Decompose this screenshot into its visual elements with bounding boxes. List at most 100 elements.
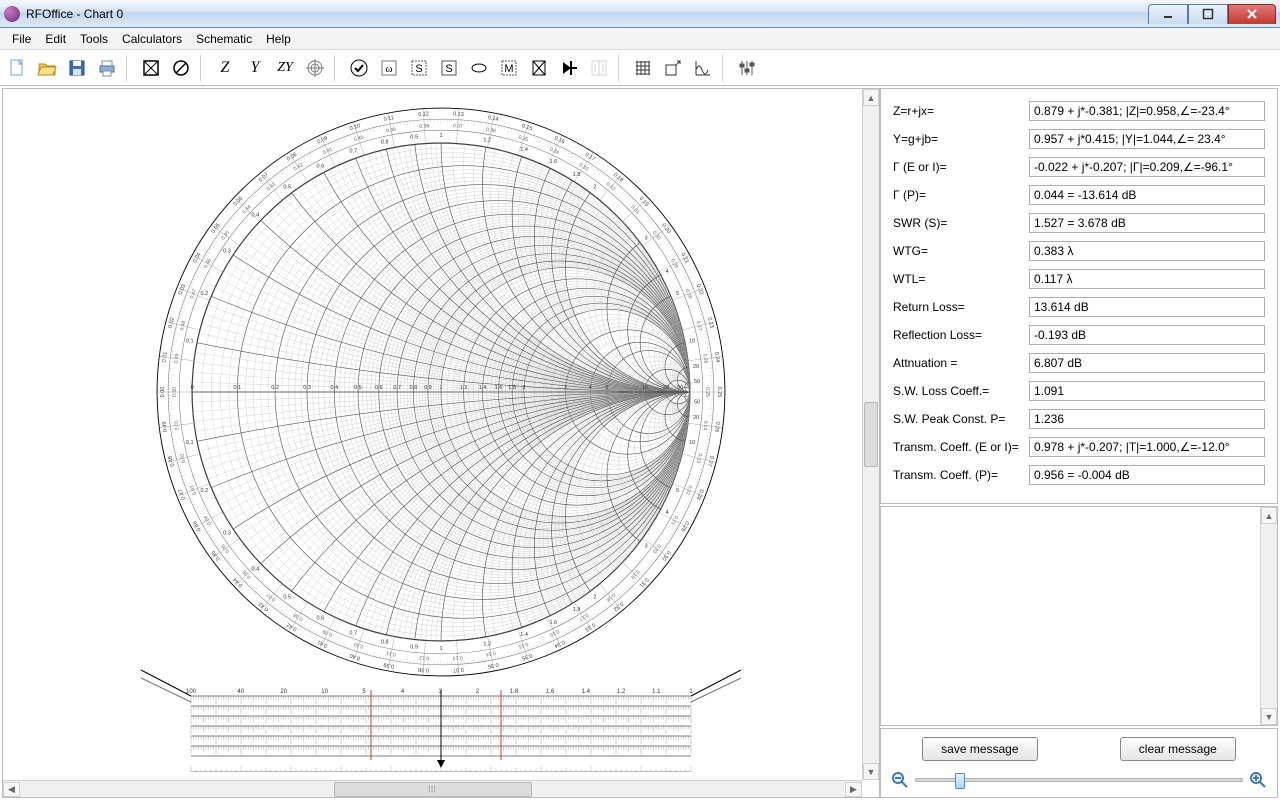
toolbar-zy-button[interactable]: ZY	[272, 55, 298, 81]
param-value-input[interactable]	[1029, 381, 1265, 401]
svg-text:0.23: 0.23	[706, 317, 714, 329]
toolbar-target-button[interactable]	[302, 55, 328, 81]
menu-schematic[interactable]: Schematic	[190, 30, 258, 48]
chart-hscrollbar[interactable]: ◀ ▶	[3, 780, 862, 797]
menu-tools[interactable]: Tools	[74, 30, 114, 48]
svg-text:3: 3	[645, 543, 648, 549]
svg-text:1.2: 1.2	[460, 385, 468, 391]
param-value-input[interactable]	[1029, 269, 1265, 289]
vscroll-thumb[interactable]	[864, 402, 878, 468]
scroll-left-icon[interactable]: ◀	[3, 782, 20, 797]
svg-text:1.4: 1.4	[520, 147, 528, 153]
message-vscrollbar[interactable]: ▲ ▼	[1260, 507, 1277, 725]
scroll-down-icon[interactable]: ▼	[863, 763, 879, 780]
hscroll-thumb[interactable]	[334, 782, 532, 797]
svg-text:1.4: 1.4	[520, 632, 528, 638]
zoom-in-icon[interactable]	[1249, 771, 1267, 789]
svg-text:0.6: 0.6	[317, 616, 325, 622]
svg-text:20: 20	[693, 415, 699, 421]
svg-text:0.8: 0.8	[410, 385, 418, 391]
svg-text:1.8: 1.8	[573, 607, 581, 613]
toolbar-check-button[interactable]	[346, 55, 372, 81]
scroll-down-icon[interactable]: ▼	[1261, 708, 1277, 725]
param-value-input[interactable]	[1029, 129, 1265, 149]
zoom-out-icon[interactable]	[891, 771, 909, 789]
toolbar-sliders-button[interactable]	[734, 55, 760, 81]
message-pane[interactable]: ▲ ▼	[880, 506, 1278, 726]
toolbar-z-button[interactable]: Z	[212, 55, 238, 81]
svg-text:0.27: 0.27	[706, 455, 714, 467]
svg-text:0.08: 0.08	[286, 152, 298, 163]
svg-text:5: 5	[676, 488, 679, 494]
window-maximize-button[interactable]	[1188, 4, 1228, 24]
toolbar-sparam1-button[interactable]: S	[406, 55, 432, 81]
toolbar-print-button[interactable]	[94, 55, 120, 81]
param-value-input[interactable]	[1029, 465, 1265, 485]
param-value-input[interactable]	[1029, 101, 1265, 121]
chart-pane[interactable]: 0.000.500.010.490.020.480.030.470.040.46…	[2, 88, 880, 798]
zoom-slider-row	[891, 771, 1267, 789]
toolbar-bowtie-button[interactable]	[526, 55, 552, 81]
toolbar-ellipse-button[interactable]	[466, 55, 492, 81]
toolbar-omega-button[interactable]: ω	[376, 55, 402, 81]
svg-text:5: 5	[676, 291, 679, 297]
menu-calculators[interactable]: Calculators	[116, 30, 188, 48]
param-value-input[interactable]	[1029, 157, 1265, 177]
svg-text:0.8: 0.8	[381, 640, 389, 646]
toolbar-insert-button[interactable]	[556, 55, 582, 81]
smith-chart[interactable]: 0.000.500.010.490.020.480.030.470.040.46…	[146, 97, 736, 690]
zoom-thumb[interactable]	[955, 773, 965, 789]
svg-text:1: 1	[439, 646, 442, 652]
svg-text:0.4: 0.4	[330, 385, 338, 391]
toolbar-y-button[interactable]: Y	[242, 55, 268, 81]
toolbar-clear-button[interactable]	[168, 55, 194, 81]
menu-help[interactable]: Help	[260, 30, 297, 48]
svg-text:3: 3	[645, 236, 648, 242]
toolbar-gridarrow-button[interactable]	[660, 55, 686, 81]
svg-text:10: 10	[689, 339, 695, 345]
scroll-up-icon[interactable]: ▲	[863, 89, 879, 106]
toolbar-mbox-button[interactable]: M	[496, 55, 522, 81]
toolbar-disabled1-button[interactable]	[586, 55, 612, 81]
param-value-input[interactable]	[1029, 241, 1265, 261]
param-row: Z=r+jx=	[893, 97, 1265, 125]
param-row: SWR (S)=	[893, 209, 1265, 237]
toolbar-sparam2-button[interactable]: S	[436, 55, 462, 81]
window-titlebar: RFOffice - Chart 0	[0, 0, 1280, 28]
menu-file[interactable]: File	[6, 30, 37, 48]
param-label: Γ (E or I)=	[893, 160, 1023, 174]
scroll-right-icon[interactable]: ▶	[845, 782, 862, 797]
toolbar-wave-button[interactable]	[690, 55, 716, 81]
param-value-input[interactable]	[1029, 409, 1265, 429]
svg-text:1.1: 1.1	[652, 689, 661, 695]
window-close-button[interactable]	[1228, 4, 1276, 24]
svg-text:0.48: 0.48	[168, 455, 176, 467]
toolbar-new-button[interactable]	[4, 55, 30, 81]
param-value-input[interactable]	[1029, 185, 1265, 205]
param-value-input[interactable]	[1029, 437, 1265, 457]
param-value-input[interactable]	[1029, 353, 1265, 373]
save-message-button[interactable]: save message	[922, 737, 1037, 761]
param-value-input[interactable]	[1029, 213, 1265, 233]
toolbar-fullextent-button[interactable]	[138, 55, 164, 81]
param-value-input[interactable]	[1029, 297, 1265, 317]
svg-text:1.2: 1.2	[483, 642, 491, 648]
param-row: Transm. Coeff. (P)=	[893, 461, 1265, 489]
chart-vscrollbar[interactable]: ▲ ▼	[862, 89, 879, 780]
scroll-up-icon[interactable]: ▲	[1261, 507, 1277, 524]
zoom-slider[interactable]	[915, 778, 1243, 782]
param-row: Reflection Loss=	[893, 321, 1265, 349]
toolbar-open-button[interactable]	[34, 55, 60, 81]
toolbar-save-button[interactable]	[64, 55, 90, 81]
svg-text:0.42: 0.42	[286, 621, 298, 632]
menu-edit[interactable]: Edit	[39, 30, 72, 48]
nomograph-scales[interactable]: 10040201054321.81.61.41.21.110.00.10.20.…	[81, 662, 801, 775]
param-label: Return Loss=	[893, 300, 1023, 314]
clear-message-button[interactable]: clear message	[1120, 737, 1236, 761]
svg-text:0.5: 0.5	[283, 184, 291, 190]
toolbar-grid-button[interactable]	[630, 55, 656, 81]
window-minimize-button[interactable]	[1148, 4, 1188, 24]
param-value-input[interactable]	[1029, 325, 1265, 345]
param-label: Y=g+jb=	[893, 132, 1023, 146]
svg-text:4: 4	[589, 385, 592, 391]
